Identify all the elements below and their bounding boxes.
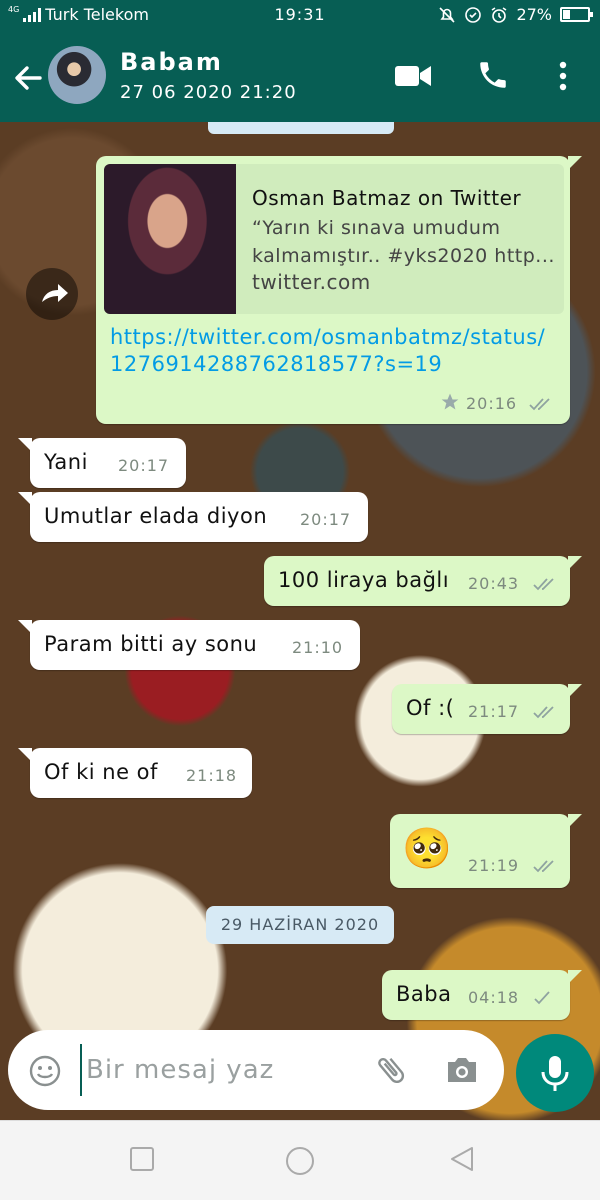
message-time: 20:43 [468,574,520,593]
double-check-icon [529,398,550,411]
alarm-icon [491,6,507,23]
status-bar: 4G Turk Telekom 19:31 27% [0,0,600,30]
message-input[interactable] [80,1044,350,1096]
recent-apps-icon[interactable] [128,1145,156,1173]
message-text: Yani [44,450,88,474]
link-preview-title: Osman Batmaz on Twitter [252,186,522,210]
battery-icon [560,7,593,22]
video-call-icon[interactable] [394,63,432,89]
double-check-icon [533,706,554,719]
camera-icon[interactable] [444,1054,480,1086]
battery-percent: 27% [516,5,552,24]
last-seen[interactable]: 27 06 2020 21:20 [120,82,297,103]
message-link[interactable]: https://twitter.com/osmanbatmz/status/12… [110,324,550,378]
link-preview-domain: twitter.com [252,270,371,294]
message-time: 04:18 [468,988,520,1007]
no-notification-icon [439,6,456,23]
home-icon[interactable] [284,1145,316,1177]
phone-icon[interactable] [476,58,510,92]
message-time: 20:16 [466,394,518,413]
star-icon [441,393,459,410]
back-nav-icon[interactable] [448,1145,476,1173]
attach-icon[interactable] [372,1052,410,1088]
emoji-icon[interactable] [28,1054,62,1088]
date-divider-partial [208,122,394,134]
message-bubble-outgoing[interactable]: Baba 04:18 [382,970,582,1020]
message-text: 100 liraya bağlı [278,568,450,592]
chat-area[interactable]: Osman Batmaz on Twitter “Yarın ki sınava… [0,122,600,1120]
message-time: 20:17 [118,456,170,475]
message-time: 21:17 [468,702,520,721]
mic-icon [541,1056,569,1091]
double-check-icon [533,578,554,591]
message-bubble-incoming[interactable]: Umutlar elada diyon 20:17 [18,492,368,542]
message-bubble-outgoing[interactable]: 🥺 21:19 [390,814,582,888]
message-text: Baba [396,982,452,1006]
message-bubble-outgoing[interactable]: 100 liraya bağlı 20:43 [264,556,582,606]
message-bubble-link[interactable]: Osman Batmaz on Twitter “Yarın ki sınava… [96,156,582,424]
link-preview[interactable]: Osman Batmaz on Twitter “Yarın ki sınava… [104,164,564,314]
double-check-icon [533,860,554,873]
single-check-icon [534,991,550,1005]
contact-name[interactable]: Babam [120,48,223,76]
message-text: Param bitti ay sonu [44,632,258,656]
link-preview-thumbnail [104,164,236,314]
message-bubble-outgoing[interactable]: Of :( 21:17 [392,684,582,734]
date-divider: 29 HAZİRAN 2020 [206,906,394,944]
status-right: 27% [438,5,593,24]
message-time: 21:10 [292,638,344,657]
link-preview-description: “Yarın ki sınava umudum kalmamıştır.. #y… [252,217,555,267]
message-text: Of ki ne of [44,760,158,784]
message-time: 21:19 [468,856,520,875]
message-bubble-incoming[interactable]: Of ki ne of 21:18 [18,748,252,798]
message-time: 21:18 [186,766,238,785]
message-text: Umutlar elada diyon [44,504,268,528]
message-time: 20:17 [300,510,352,529]
data-saver-icon [465,6,482,23]
message-emoji: 🥺 [402,826,453,872]
message-composer [8,1030,504,1110]
forward-button[interactable] [26,268,78,320]
avatar[interactable] [48,46,106,104]
forward-icon [42,284,68,302]
more-vert-icon[interactable] [556,60,570,92]
mic-button[interactable] [516,1034,594,1112]
message-bubble-incoming[interactable]: Yani 20:17 [18,438,186,488]
back-arrow-icon[interactable] [10,60,46,96]
chat-header: Babam 27 06 2020 21:20 [0,30,600,122]
message-text: Of :( [406,696,455,720]
message-bubble-incoming[interactable]: Param bitti ay sonu 21:10 [18,620,360,670]
system-nav-bar [0,1120,600,1200]
